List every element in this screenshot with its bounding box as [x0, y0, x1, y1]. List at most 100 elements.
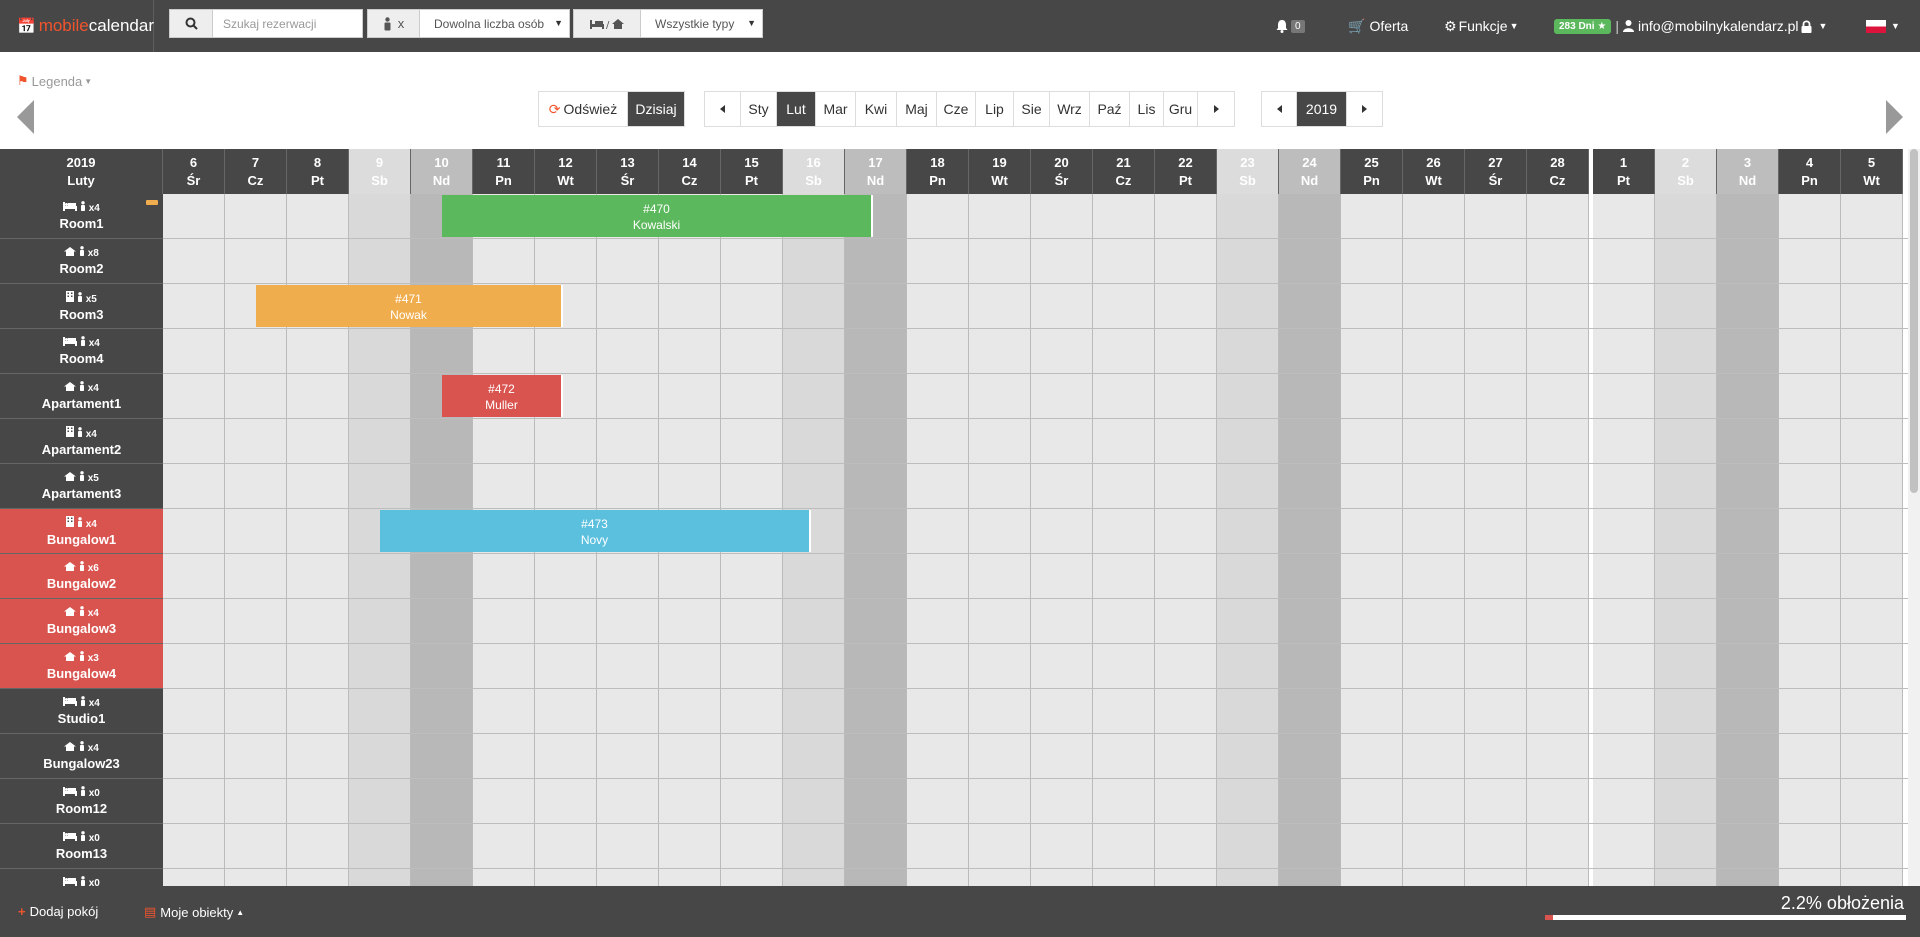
year-label[interactable]: 2019: [1297, 92, 1347, 126]
day-header: 23 Sb: [1217, 149, 1279, 194]
month-button-11[interactable]: Lis: [1130, 92, 1164, 126]
today-button[interactable]: Dzisiaj: [628, 92, 684, 126]
search-input[interactable]: Szukaj rezerwacji: [213, 9, 363, 38]
room-row-header[interactable]: x5 Room3: [0, 284, 163, 329]
day-of-week: Nd: [866, 173, 885, 188]
plus-icon: +: [18, 904, 26, 919]
month-button-7[interactable]: Lip: [976, 92, 1014, 126]
day-column[interactable]: [1593, 194, 1655, 886]
scrollbar-thumb[interactable]: [1910, 149, 1918, 493]
day-header: 2 Sb: [1655, 149, 1717, 194]
prev-year-button[interactable]: [1262, 92, 1297, 126]
room-row-header[interactable]: x4 Bungalow3: [0, 599, 163, 644]
footer-bar: + Dodaj pokój ▤ Moje obiekty ▲ 2.2% obło…: [0, 886, 1920, 937]
day-column[interactable]: [1403, 194, 1465, 886]
day-number: 8: [313, 155, 322, 170]
day-column[interactable]: [969, 194, 1031, 886]
day-header: 24 Nd: [1279, 149, 1341, 194]
persons-select[interactable]: Dowolna liczba osób ▼: [420, 9, 570, 38]
room-row-header[interactable]: x4 Apartament2: [0, 419, 163, 464]
bell-icon: [1276, 19, 1288, 33]
day-header: 26 Wt: [1403, 149, 1465, 194]
account-menu[interactable]: 283 Dni ★ | info@mobilnykalendarz.pl ▼: [1554, 0, 1827, 52]
prev-month-button[interactable]: [705, 92, 741, 126]
room-row-header[interactable]: x5 Apartament3: [0, 464, 163, 509]
my-objects-button[interactable]: ▤ Moje obiekty ▲: [144, 904, 244, 920]
reservation-block[interactable]: #471 Nowak: [256, 285, 563, 327]
day-number: 24: [1302, 155, 1317, 170]
notifications-button[interactable]: 0: [1276, 0, 1305, 52]
month-button-1[interactable]: Sty: [741, 92, 777, 126]
day-of-week: Pt: [1179, 173, 1192, 188]
next-month-button[interactable]: [1198, 92, 1234, 126]
functions-menu[interactable]: ⚙ Funkcje ▼: [1444, 0, 1519, 52]
prev-period-arrow-icon[interactable]: [17, 100, 34, 134]
room-row-header[interactable]: x4 Apartament1: [0, 374, 163, 419]
room-row-header[interactable]: x6 Bungalow2: [0, 554, 163, 599]
offer-link[interactable]: 🛒 Oferta: [1348, 0, 1408, 52]
next-period-arrow-icon[interactable]: [1886, 100, 1903, 134]
day-header: 11 Pn: [473, 149, 535, 194]
reservation-block[interactable]: #472 Muller: [442, 375, 563, 417]
day-column[interactable]: [1779, 194, 1841, 886]
month-button-9[interactable]: Wrz: [1050, 92, 1090, 126]
next-year-button[interactable]: [1347, 92, 1382, 126]
day-column[interactable]: [1717, 194, 1779, 886]
room-row-header[interactable]: x4 Studio1: [0, 689, 163, 734]
corner-year: 2019: [66, 155, 96, 170]
calendar-scrollbar[interactable]: [1908, 149, 1920, 886]
day-column[interactable]: [1465, 194, 1527, 886]
day-of-week: Sb: [805, 173, 822, 188]
day-column[interactable]: [907, 194, 969, 886]
room-row-header[interactable]: x4 Bungalow1: [0, 509, 163, 554]
room-row-header[interactable]: x0 Room12: [0, 779, 163, 824]
month-button-12[interactable]: Gru: [1164, 92, 1198, 126]
room-row-header[interactable]: x4 Room4: [0, 329, 163, 374]
refresh-button[interactable]: ⟳ Odśwież: [539, 92, 628, 126]
day-number: 25: [1364, 155, 1379, 170]
day-column[interactable]: [1155, 194, 1217, 886]
add-room-button[interactable]: + Dodaj pokój: [18, 904, 98, 919]
month-button-5[interactable]: Maj: [897, 92, 937, 126]
day-number: 12: [558, 155, 573, 170]
brand-logo[interactable]: 📅 mobile calendar: [0, 0, 154, 52]
day-column[interactable]: [1655, 194, 1717, 886]
day-header: 19 Wt: [969, 149, 1031, 194]
day-column[interactable]: [1341, 194, 1403, 886]
day-of-week: Nd: [432, 173, 451, 188]
day-column[interactable]: [1093, 194, 1155, 886]
month-button-2[interactable]: Lut: [777, 92, 816, 126]
day-column[interactable]: [163, 194, 225, 886]
month-button-6[interactable]: Cze: [937, 92, 976, 126]
room-row-header[interactable]: x4 Room1: [0, 194, 163, 239]
person-icon: [79, 381, 84, 391]
room-row-header[interactable]: x0 Room13: [0, 824, 163, 869]
row-gridline: [163, 688, 1920, 689]
month-button-10[interactable]: Paź: [1090, 92, 1130, 126]
legend-toggle[interactable]: ⚑ Legenda ▼: [17, 73, 92, 89]
room-row-header[interactable]: x3 Bungalow4: [0, 644, 163, 689]
room-name: Bungalow4: [46, 666, 117, 681]
language-switcher[interactable]: ▼: [1866, 0, 1900, 52]
room-row-header[interactable]: x8 Room2: [0, 239, 163, 284]
room-row-header[interactable]: x0: [0, 869, 163, 886]
day-number: 23: [1240, 155, 1255, 170]
reservation-block[interactable]: #473 Novy: [380, 510, 811, 552]
types-select[interactable]: Wszystkie typy ▼: [641, 9, 763, 38]
month-button-3[interactable]: Mar: [816, 92, 856, 126]
day-header: 1 Pt: [1593, 149, 1655, 194]
month-button-8[interactable]: Sie: [1014, 92, 1050, 126]
day-column[interactable]: [1841, 194, 1903, 886]
row-gridline: [163, 373, 1920, 374]
day-column[interactable]: [1217, 194, 1279, 886]
day-of-week: Nd: [1738, 173, 1757, 188]
row-gridline: [163, 823, 1920, 824]
month-button-4[interactable]: Kwi: [856, 92, 897, 126]
day-column[interactable]: [1279, 194, 1341, 886]
room-row-header[interactable]: x4 Bungalow23: [0, 734, 163, 779]
day-column[interactable]: [1527, 194, 1589, 886]
day-number: 20: [1054, 155, 1069, 170]
reservation-block[interactable]: #470 Kowalski: [442, 195, 873, 237]
day-column[interactable]: [1031, 194, 1093, 886]
day-column[interactable]: [845, 194, 907, 886]
